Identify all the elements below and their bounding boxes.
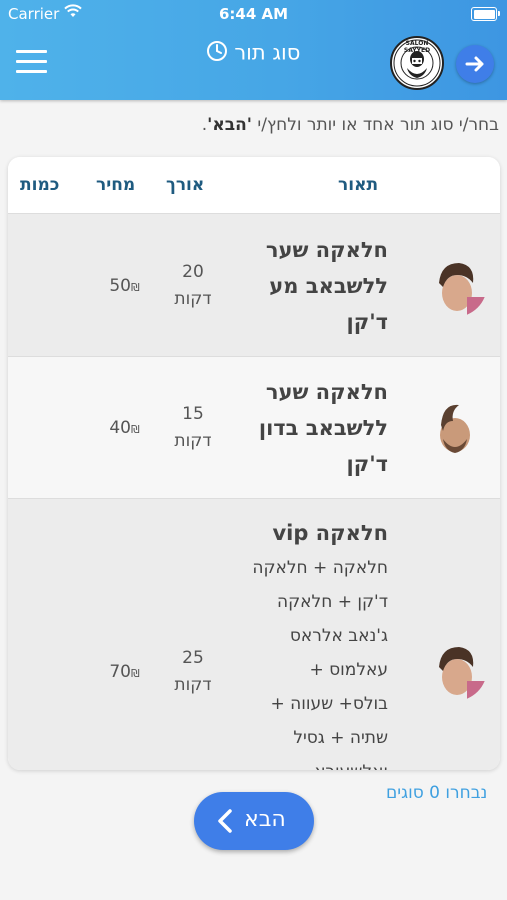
service-price: 40₪	[96, 418, 156, 438]
chevron-left-icon	[216, 808, 234, 840]
table-row[interactable]: חלאקה שער ללשבאב מע ד'קן 20 דקות 50₪	[8, 214, 500, 357]
service-duration: 15 דקות	[168, 401, 218, 455]
detail-line: ג'נאב אלראס	[289, 626, 388, 646]
column-description: תאור	[338, 175, 379, 195]
price-value: 40	[109, 418, 131, 438]
arrow-right-icon[interactable]	[456, 45, 494, 83]
service-title: חלאקה שער ללשבאב בדון ד'קן	[228, 374, 388, 482]
detail-line: עאלמוס +	[309, 660, 388, 680]
salon-logo-text: SALON SAYYED	[403, 40, 431, 54]
table-row[interactable]: חלאקה vip חלאקה + חלאקה ד'קן + חלאקה ג'נ…	[8, 499, 500, 770]
table-header: תאור אורך מחיר כמות	[8, 157, 500, 214]
page-title: סוג תור	[150, 40, 350, 67]
avatar	[423, 637, 487, 701]
service-duration: 25 דקות	[168, 645, 218, 699]
price-value: 50	[109, 276, 131, 296]
price-value: 70	[109, 662, 131, 682]
detail-line: ואלשעורא	[248, 755, 388, 770]
service-title-line: ללשבאב בדון	[258, 416, 388, 440]
next-button-label: הבא	[244, 807, 286, 832]
service-price: 70₪	[96, 662, 156, 682]
hamburger-menu-icon[interactable]	[16, 50, 47, 74]
service-title: חלאקה שער ללשבאב מע ד'קן	[228, 232, 388, 340]
battery-icon	[471, 7, 500, 21]
currency-symbol: ₪	[131, 281, 140, 294]
instruction-main: בחר/י סוג תור אחד או יותר ולחץ/י	[251, 115, 499, 135]
duration-unit: דקות	[174, 431, 212, 451]
duration-unit: דקות	[174, 675, 212, 695]
service-title-line: ללשבאב מע	[269, 274, 388, 298]
selected-count: נבחרו 0 סוגים	[386, 783, 488, 803]
column-duration: אורך	[166, 175, 205, 195]
status-bar: Carrier 6:44 AM	[0, 0, 507, 28]
service-duration: 20 דקות	[168, 259, 218, 313]
instruction-emphasis: 'הבא'	[207, 115, 252, 135]
detail-line: שתיה + גסיל	[293, 728, 388, 748]
service-title: חלאקה vip	[228, 515, 388, 551]
service-title-line: חלאקה שער	[265, 238, 388, 262]
avatar	[423, 395, 487, 459]
currency-symbol: ₪	[131, 667, 140, 680]
service-title-line: ד'קן	[346, 310, 388, 334]
duration-number: 15	[182, 404, 204, 424]
status-time: 6:44 AM	[218, 5, 289, 23]
duration-number: 25	[182, 648, 204, 668]
service-details: חלאקה + חלאקה ד'קן + חלאקה ג'נאב אלראס ע…	[248, 551, 388, 770]
column-quantity: כמות	[20, 175, 60, 195]
avatar	[423, 253, 487, 317]
app-header: Carrier 6:44 AM סוג תור SALON SAYYED	[0, 0, 507, 100]
duration-number: 20	[182, 262, 204, 282]
service-title-line: חלאקה שער	[265, 380, 388, 404]
service-title-line: חלאקה vip	[272, 521, 388, 545]
page-title-text: סוג תור	[234, 40, 301, 65]
detail-line: ד'קן + חלאקה	[277, 592, 388, 612]
detail-line: בולס+ שעווה +	[270, 694, 388, 714]
duration-unit: דקות	[174, 289, 212, 309]
table-row[interactable]: חלאקה שער ללשבאב בדון ד'קן 15 דקות 40₪	[8, 357, 500, 499]
column-price: מחיר	[96, 175, 136, 195]
detail-line: חלאקה + חלאקה	[252, 558, 388, 578]
instruction-text: בחר/י סוג תור אחד או יותר ולחץ/י 'הבא'.	[4, 115, 499, 135]
service-title-line: ד'קן	[346, 452, 388, 476]
next-button[interactable]: הבא	[194, 792, 314, 850]
currency-symbol: ₪	[131, 423, 140, 436]
service-price: 50₪	[96, 276, 156, 296]
salon-logo: SALON SAYYED	[390, 36, 444, 90]
services-table: תאור אורך מחיר כמות חלאקה שער ללשבאב מע …	[8, 157, 500, 770]
clock-icon	[206, 40, 228, 67]
